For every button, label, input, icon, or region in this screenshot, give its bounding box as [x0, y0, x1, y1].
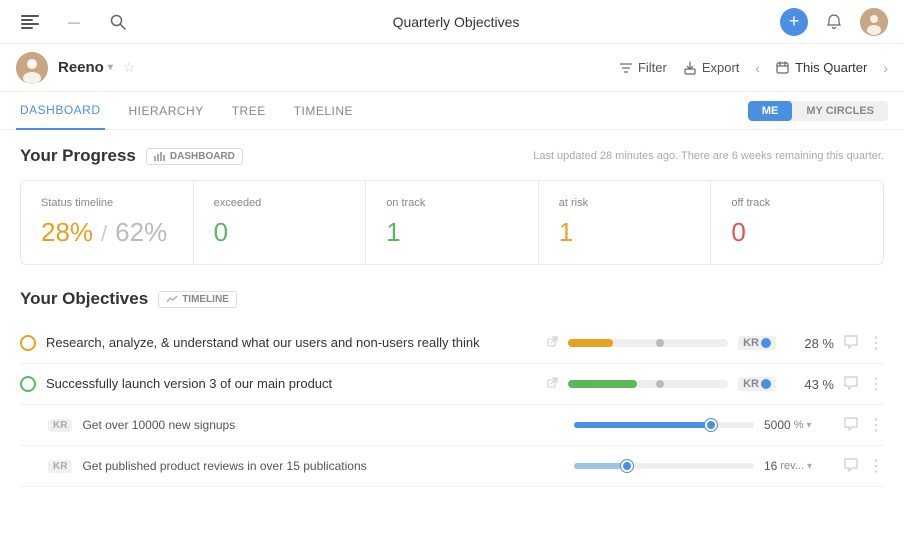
progress-title: Your Progress [20, 146, 136, 166]
more-icon-kr1[interactable]: ⋮ [868, 415, 884, 435]
progress-title-row: Your Progress DASHBOARD [20, 146, 243, 166]
stat-at-risk: at risk 1 [539, 181, 712, 264]
page-title: Quarterly Objectives [393, 14, 520, 30]
obj-pct-2: 43 % [786, 377, 834, 392]
quarter-label: This Quarter [795, 60, 867, 75]
subbar: Reeno ▾ ☆ Filter Export ‹ This Quarter › [0, 44, 904, 92]
quarter-selector[interactable]: This Quarter [776, 60, 867, 75]
kr-badge-1: KR [738, 336, 776, 350]
kr-progress-bar-2 [574, 463, 754, 469]
obj-link-icon-1[interactable] [547, 336, 558, 350]
kr-label-2: KR [48, 460, 72, 473]
export-button[interactable]: Export [683, 60, 740, 75]
minimize-icon[interactable]: — [60, 8, 88, 36]
obj-progress-bar-1 [568, 339, 728, 347]
obj-text-2: Successfully launch version 3 of our mai… [46, 375, 533, 393]
stat-value-0a: 28% [41, 217, 93, 248]
kr-text-2: Get published product reviews in over 15… [82, 459, 564, 473]
user-name[interactable]: Reeno ▾ [58, 59, 113, 76]
stat-label-4: off track [731, 197, 863, 209]
stat-value-1: 0 [214, 217, 346, 248]
kr-unit-1: % [794, 419, 804, 431]
kr-unit-2: rev... [780, 460, 804, 472]
more-icon-1[interactable]: ⋮ [868, 333, 884, 353]
progress-section-header: Your Progress DASHBOARD Last updated 28 … [20, 146, 884, 166]
toggle-me[interactable]: ME [748, 101, 793, 121]
objective-row-1: Research, analyze, & understand what our… [20, 323, 884, 364]
comment-icon-1[interactable] [844, 335, 858, 352]
timeline-badge-label: TIMELINE [182, 294, 229, 305]
kr-label-1: KR [48, 419, 72, 432]
next-arrow-icon[interactable]: › [883, 60, 888, 76]
obj-status-circle-1 [20, 335, 36, 351]
prev-arrow-icon[interactable]: ‹ [755, 60, 760, 76]
chevron-down-icon: ▾ [108, 62, 113, 73]
obj-progress-bar-2 [568, 380, 728, 388]
kr-row-1: KR Get over 10000 new signups 5000 % ▾ ⋮ [20, 405, 884, 446]
stat-label-1: exceeded [214, 197, 346, 209]
progress-meta: Last updated 28 minutes ago. There are 6… [533, 150, 884, 162]
toggle-circles[interactable]: MY CIRCLES [792, 101, 888, 121]
main-content: Your Progress DASHBOARD Last updated 28 … [0, 130, 904, 550]
stat-status-timeline: Status timeline 28% / 62% [21, 181, 194, 264]
filter-label: Filter [638, 60, 667, 75]
stat-label-2: on track [386, 197, 518, 209]
dashboard-badge-label: DASHBOARD [170, 151, 235, 162]
filter-button[interactable]: Filter [619, 60, 667, 75]
user-section: Reeno ▾ ☆ [16, 52, 135, 84]
comment-icon-kr2[interactable] [844, 458, 858, 475]
stat-off-track: off track 0 [711, 181, 883, 264]
tabs-bar: DASHBOARD HIERARCHY TREE TIMELINE ME MY … [0, 92, 904, 130]
me-circles-toggle: ME MY CIRCLES [748, 101, 888, 121]
stats-row: Status timeline 28% / 62% exceeded 0 on … [20, 180, 884, 265]
objectives-title: Your Objectives [20, 289, 148, 309]
obj-pct-1: 28 % [786, 336, 834, 351]
stat-value-4: 0 [731, 217, 863, 248]
stat-label-0: Status timeline [41, 197, 173, 209]
stat-value-0b: 62% [115, 217, 167, 248]
stat-value-2: 1 [386, 217, 518, 248]
menu-icon[interactable] [16, 8, 44, 36]
kr-text-1: Get over 10000 new signups [82, 418, 564, 432]
user-avatar-top[interactable] [860, 8, 888, 36]
subbar-actions: Filter Export ‹ This Quarter › [619, 60, 888, 76]
more-icon-kr2[interactable]: ⋮ [868, 456, 884, 476]
comment-icon-kr1[interactable] [844, 417, 858, 434]
comment-icon-2[interactable] [844, 376, 858, 393]
favorite-icon[interactable]: ☆ [123, 59, 136, 76]
kr-progress-bar-1 [574, 422, 754, 428]
dashboard-badge[interactable]: DASHBOARD [146, 148, 243, 165]
user-avatar [16, 52, 48, 84]
kr-badge-2: KR [738, 377, 776, 391]
stat-exceeded: exceeded 0 [194, 181, 367, 264]
obj-text-1: Research, analyze, & understand what our… [46, 334, 533, 352]
search-icon[interactable] [104, 8, 132, 36]
topbar-right: + [780, 8, 888, 36]
user-name-text: Reeno [58, 59, 104, 76]
more-icon-2[interactable]: ⋮ [868, 374, 884, 394]
kr-unit-dropdown-2[interactable]: ▾ [807, 461, 812, 472]
tab-hierarchy[interactable]: HIERARCHY [125, 92, 208, 130]
tab-tree[interactable]: TREE [228, 92, 270, 130]
tab-timeline[interactable]: TIMELINE [290, 92, 357, 130]
topbar-left: — [16, 8, 132, 36]
topbar: — Quarterly Objectives + [0, 0, 904, 44]
kr-value-1: 5000 % ▾ [764, 418, 834, 432]
objectives-section-header: Your Objectives TIMELINE [20, 289, 884, 309]
timeline-badge[interactable]: TIMELINE [158, 291, 237, 308]
stat-value-3: 1 [559, 217, 691, 248]
stat-label-3: at risk [559, 197, 691, 209]
objective-row-2: Successfully launch version 3 of our mai… [20, 364, 884, 405]
obj-status-circle-2 [20, 376, 36, 392]
add-button[interactable]: + [780, 8, 808, 36]
stat-slash: / [101, 221, 107, 247]
tab-dashboard[interactable]: DASHBOARD [16, 92, 105, 130]
kr-row-2: KR Get published product reviews in over… [20, 446, 884, 487]
export-label: Export [702, 60, 740, 75]
notifications-icon[interactable] [820, 8, 848, 36]
stat-on-track: on track 1 [366, 181, 539, 264]
obj-link-icon-2[interactable] [547, 377, 558, 391]
kr-unit-dropdown-1[interactable]: ▾ [806, 420, 811, 431]
kr-value-2: 16 rev... ▾ [764, 459, 834, 473]
